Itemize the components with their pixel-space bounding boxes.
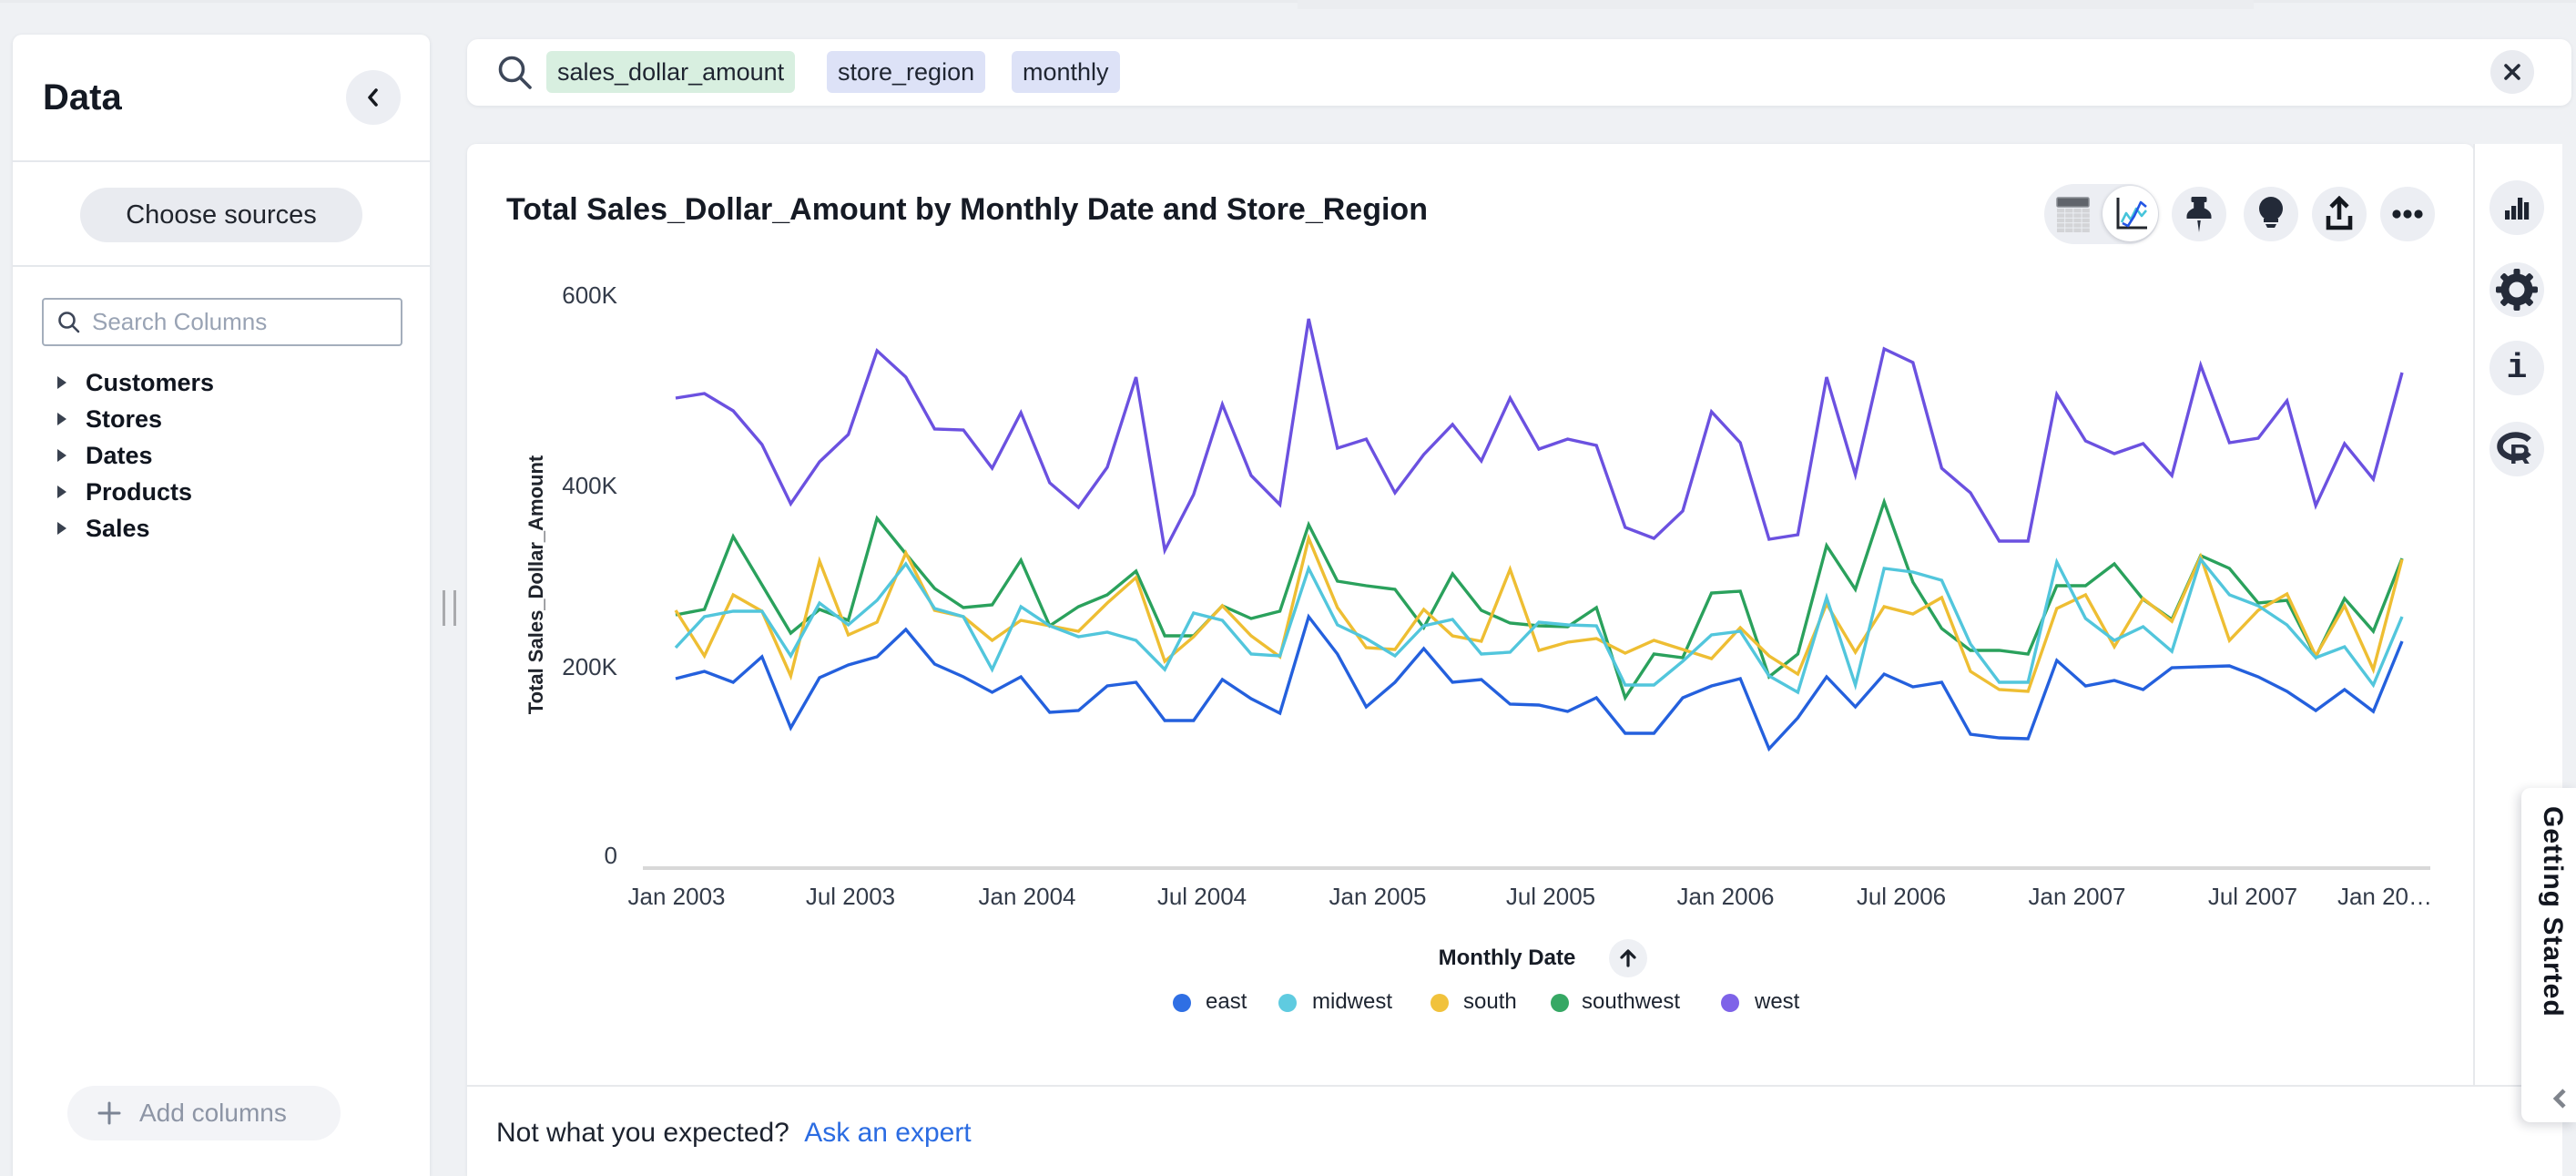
svg-text:R: R — [2510, 438, 2530, 468]
